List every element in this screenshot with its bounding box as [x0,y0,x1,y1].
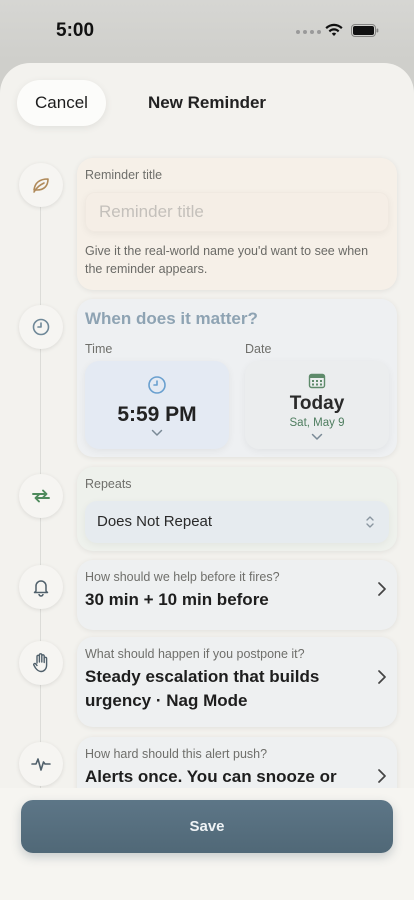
postpone-question: What should happen if you postpone it? [85,647,305,661]
chevron-right-icon [378,582,386,596]
battery-icon [351,24,379,37]
sheet-header: Cancel New Reminder [0,63,414,143]
title-card: Reminder title Give it the real-world na… [77,158,397,290]
push-step-node [19,742,63,786]
help-answer: 30 min + 10 min before [85,590,269,609]
new-reminder-sheet: Cancel New Reminder Reminder title Remin… [0,63,414,900]
push-answer: Alerts once. You can snooze or [85,767,337,786]
bell-icon [33,580,49,597]
when-card: When does it matter? Time Date 5:59 PM T… [77,299,397,457]
chevron-right-icon [378,670,386,684]
status-time: 5:00 [56,20,95,41]
when-heading: When does it matter? [85,309,258,328]
clock-icon [148,376,166,394]
repeats-label: Repeats [85,477,132,491]
wifi-icon [325,23,343,36]
chevron-up-down-icon [366,516,374,528]
title-card-label: Reminder title [85,168,163,182]
status-bar: 5:00 [0,0,414,62]
time-picker-button[interactable]: 5:59 PM [85,361,229,449]
time-label: Time [85,342,113,356]
calendar-icon [308,373,326,389]
title-hint: Give it the real-world name you'd want t… [85,244,369,276]
repeat-icon [32,489,50,503]
signal-dots-icon [296,30,321,34]
repeat-value: Does Not Repeat [97,513,213,530]
time-value: 5:59 PM [117,403,197,426]
title-step-node [19,163,63,207]
help-step-node [19,565,63,609]
pulse-icon [31,758,51,771]
repeat-select[interactable]: Does Not Repeat [85,501,389,543]
clock-icon [32,318,50,336]
help-question: How should we help before it fires? [85,570,280,584]
postpone-card[interactable]: What should happen if you postpone it? S… [77,637,397,727]
date-subtitle: Sat, May 9 [289,417,345,429]
when-step-node [19,305,63,349]
sheet-title: New Reminder [147,93,267,112]
save-button[interactable]: Save [21,800,393,853]
postpone-answer: Steady escalation that builds urgency · … [85,667,320,710]
chevron-down-icon [151,429,163,436]
repeats-step-node [19,474,63,518]
reminder-title-input[interactable] [85,192,389,232]
hand-icon [33,653,48,673]
push-question: How hard should this alert push? [85,747,268,761]
chevron-down-icon [311,433,323,440]
date-label: Date [245,342,272,356]
chevron-right-icon [378,769,386,783]
help-before-card[interactable]: How should we help before it fires? 30 m… [77,560,397,630]
repeats-card: Repeats Does Not Repeat [77,467,397,551]
leaf-icon [33,178,49,193]
date-value: Today [289,393,345,414]
date-picker-button[interactable]: Today Sat, May 9 [245,361,389,449]
postpone-step-node [19,641,63,685]
